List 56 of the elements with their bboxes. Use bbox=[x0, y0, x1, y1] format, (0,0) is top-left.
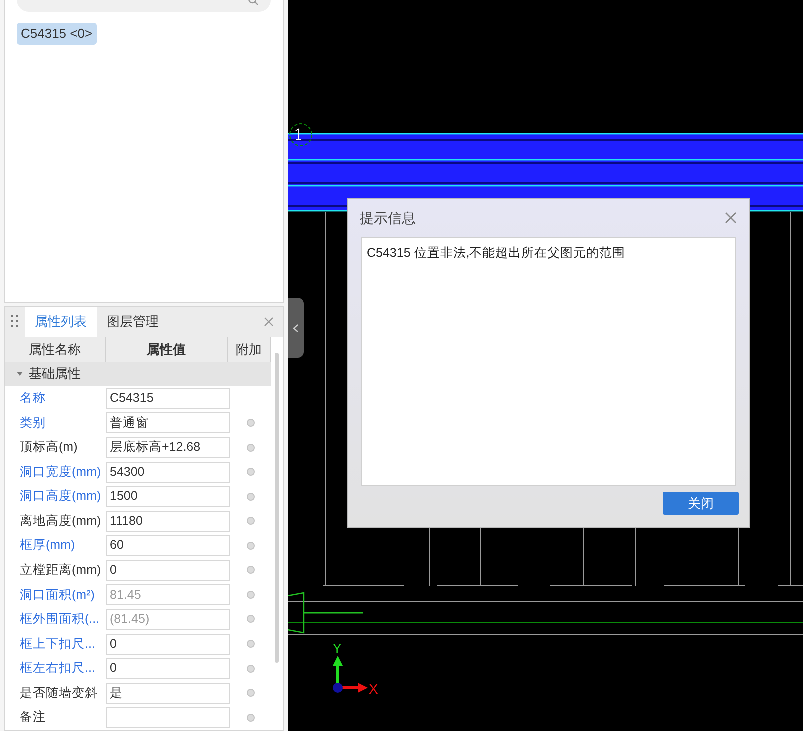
component-item[interactable]: C54315 <0> bbox=[17, 23, 97, 45]
attach-radio[interactable] bbox=[246, 640, 254, 648]
property-name: 洞口面积(m²) bbox=[19, 586, 96, 604]
property-name: 框外围面积(... bbox=[19, 611, 101, 628]
property-name: 类别 bbox=[19, 414, 47, 432]
property-value-field[interactable] bbox=[106, 707, 230, 728]
property-value-field[interactable]: 0 bbox=[106, 658, 230, 680]
panel-tab[interactable]: 图层管理 bbox=[97, 307, 169, 337]
property-name: 名称 bbox=[19, 390, 47, 408]
property-value-field[interactable]: 层底标高+12.68 bbox=[106, 437, 230, 458]
coordinate-axes-icon bbox=[332, 655, 370, 695]
property-value-field[interactable]: 0 bbox=[106, 560, 230, 581]
property-name: 立樘距离(mm) bbox=[19, 562, 102, 579]
drag-handle-icon[interactable] bbox=[11, 315, 19, 329]
attach-radio[interactable] bbox=[246, 542, 254, 550]
attach-radio[interactable] bbox=[246, 418, 254, 427]
attach-radio[interactable] bbox=[246, 714, 254, 722]
attach-radio[interactable] bbox=[246, 689, 254, 698]
attach-radio[interactable] bbox=[246, 615, 254, 624]
close-icon[interactable] bbox=[264, 317, 274, 327]
property-name: 框上下扣尺... bbox=[19, 636, 96, 653]
attach-radio[interactable] bbox=[246, 492, 254, 501]
panel-tab[interactable]: 属性列表 bbox=[25, 307, 97, 337]
group-label: 基础属性 bbox=[29, 365, 81, 384]
property-name: 备注 bbox=[19, 709, 47, 726]
close-icon[interactable] bbox=[725, 212, 737, 224]
y-axis-label: Y bbox=[333, 642, 342, 656]
property-value-field[interactable]: 是 bbox=[106, 682, 230, 704]
property-name: 框左右扣尺... bbox=[19, 660, 96, 678]
attach-radio[interactable] bbox=[246, 468, 254, 476]
collapse-handle[interactable] bbox=[288, 298, 304, 358]
message-text: C54315 位置非法,不能超出所在父图元的范围 bbox=[367, 246, 626, 260]
property-value-field[interactable]: 60 bbox=[106, 535, 230, 556]
attach-radio[interactable] bbox=[246, 444, 254, 452]
dialog-title: 提示信息 bbox=[360, 208, 416, 228]
property-name: 顶标高(m) bbox=[19, 439, 79, 456]
property-name: 离地高度(mm) bbox=[19, 512, 102, 530]
attach-radio[interactable] bbox=[246, 566, 254, 574]
x-axis-label: X bbox=[369, 681, 378, 697]
property-name: 洞口高度(mm) bbox=[19, 488, 102, 506]
close-button[interactable]: 关闭 bbox=[663, 492, 739, 515]
property-value-field[interactable]: 0 bbox=[106, 634, 230, 655]
attach-radio[interactable] bbox=[246, 590, 254, 599]
property-name: 是否随墙变斜 bbox=[19, 684, 99, 702]
property-value-field[interactable]: 1500 bbox=[106, 486, 230, 508]
attach-radio[interactable] bbox=[246, 517, 254, 526]
chevron-left-icon bbox=[293, 324, 299, 332]
scrollbar[interactable] bbox=[275, 353, 279, 663]
property-value-field[interactable]: 普通窗 bbox=[106, 412, 230, 434]
group-row[interactable]: 基础属性 bbox=[5, 362, 271, 386]
property-value-field[interactable]: 54300 bbox=[106, 462, 230, 483]
property-value-field[interactable]: C54315 bbox=[106, 388, 230, 409]
attach-radio[interactable] bbox=[246, 664, 254, 673]
property-value-field[interactable]: 11180 bbox=[106, 510, 230, 532]
property-name: 洞口宽度(mm) bbox=[19, 464, 102, 481]
property-name: 框厚(mm) bbox=[19, 537, 76, 554]
